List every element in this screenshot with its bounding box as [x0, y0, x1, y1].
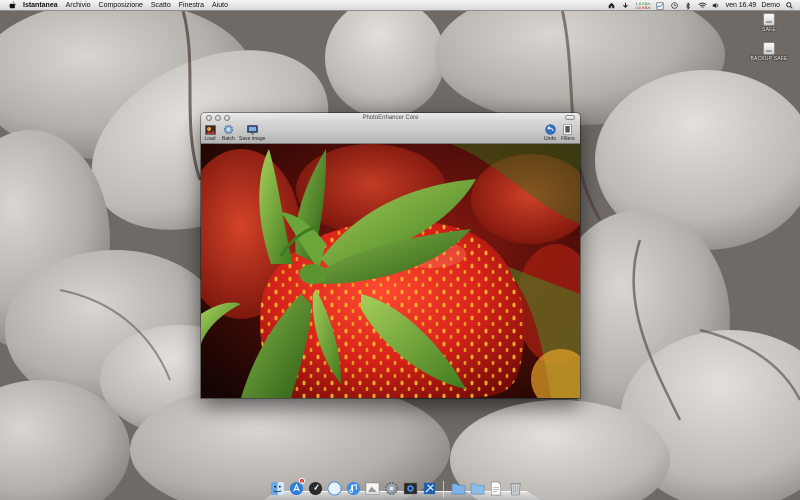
- dock: 5: [263, 471, 541, 500]
- undo-label: Undo: [544, 136, 556, 142]
- wifi-icon[interactable]: [698, 1, 707, 10]
- dock-applications-folder[interactable]: [450, 480, 466, 497]
- documents-folder-icon: [470, 483, 484, 495]
- apple-icon[interactable]: [8, 1, 16, 9]
- dock-xcode[interactable]: [421, 480, 437, 497]
- preview-icon: [365, 482, 379, 495]
- menu-clock[interactable]: ven 16.49: [726, 2, 757, 9]
- trash-icon: [509, 482, 521, 496]
- text-file-icon: [491, 481, 501, 496]
- toolbar-toggle-button[interactable]: [565, 115, 575, 120]
- filters-icon: [562, 124, 574, 135]
- download-arrow-icon[interactable]: [621, 1, 630, 10]
- dock-mail[interactable]: 5: [288, 478, 305, 497]
- batch-label: Batch: [222, 136, 235, 142]
- window-controls: [206, 115, 230, 121]
- menu-scatto[interactable]: Scatto: [151, 0, 171, 11]
- undo-button[interactable]: Undo: [544, 124, 556, 142]
- dock-preview[interactable]: [364, 480, 380, 497]
- drive-label: BACKUP SAFE: [750, 56, 788, 62]
- monitor-save-icon: [246, 124, 258, 135]
- desktop-drive-backup-safe[interactable]: BACKUP SAFE: [747, 42, 791, 62]
- dashboard-icon: [308, 481, 322, 496]
- bluetooth-icon[interactable]: [684, 1, 693, 10]
- desktop-drive-safe[interactable]: SAFE: [747, 13, 791, 33]
- menu-aiuto[interactable]: Aiuto: [212, 0, 228, 11]
- photo-canvas[interactable]: [201, 144, 580, 398]
- home-icon[interactable]: [607, 1, 616, 10]
- network-download-speed: 0,6 KB/s: [635, 4, 651, 10]
- itunes-icon: [346, 481, 360, 496]
- dock-separator: [443, 481, 444, 497]
- filters-label: Filters: [561, 136, 575, 142]
- applications-folder-icon: [451, 483, 465, 495]
- strawberry-photo: [201, 144, 580, 398]
- hard-drive-icon: [763, 42, 775, 55]
- save-image-button[interactable]: Save image: [239, 124, 265, 142]
- dock-text-file[interactable]: [488, 480, 504, 497]
- dock-documents-folder[interactable]: [469, 480, 485, 497]
- load-label: Load: [204, 136, 216, 142]
- hard-drive-icon: [763, 13, 775, 26]
- window-toolbar: Load Batch Save image Undo Filters: [201, 123, 580, 144]
- menu-archivio[interactable]: Archivio: [66, 0, 91, 11]
- xcode-icon: [423, 482, 435, 495]
- undo-icon: [544, 124, 556, 135]
- menu-extras: 1,8 KB/s 0,6 KB/s ven 16.49 Demo: [607, 0, 794, 11]
- dock-finder[interactable]: [269, 480, 285, 497]
- network-speed-readout[interactable]: 1,8 KB/s 0,6 KB/s: [635, 1, 651, 10]
- zoom-button[interactable]: [224, 115, 230, 121]
- photoenhancer-icon: [403, 482, 417, 495]
- batch-button[interactable]: Batch: [222, 124, 235, 142]
- safari-icon: [326, 481, 342, 496]
- finder-icon: [270, 481, 284, 496]
- dock-safari[interactable]: [326, 480, 342, 497]
- dock-itunes[interactable]: [345, 480, 361, 497]
- menu-finestra[interactable]: Finestra: [179, 0, 204, 11]
- close-button[interactable]: [206, 115, 212, 121]
- minimize-button[interactable]: [215, 115, 221, 121]
- system-preferences-icon: [384, 482, 398, 495]
- menu-composizione[interactable]: Composizione: [99, 0, 143, 11]
- photo-load-icon: [204, 124, 216, 135]
- clock-icon[interactable]: [670, 1, 679, 10]
- volume-icon[interactable]: [712, 1, 721, 10]
- window-title: PhotoEnhancer Core: [362, 115, 419, 121]
- spotlight-search-icon[interactable]: [785, 1, 794, 10]
- photoenhancer-window: PhotoEnhancer Core Load Batch Save image: [201, 113, 580, 398]
- dock-photoenhancer[interactable]: [402, 480, 418, 497]
- dock-system-preferences[interactable]: [383, 480, 399, 497]
- cpu-monitor-icon[interactable]: [656, 1, 665, 10]
- mail-badge: 5: [299, 478, 305, 484]
- dock-trash[interactable]: [507, 480, 523, 497]
- save-image-label: Save image: [239, 136, 266, 142]
- filters-button[interactable]: Filters: [561, 124, 575, 142]
- menu-app-istantanea[interactable]: Istantanea: [23, 0, 58, 11]
- dock-dashboard[interactable]: [307, 480, 323, 497]
- gear-icon: [222, 124, 234, 135]
- drive-label: SAFE: [762, 27, 776, 33]
- menu-user-name[interactable]: Demo: [761, 2, 780, 9]
- window-titlebar[interactable]: PhotoEnhancer Core: [201, 113, 580, 123]
- menu-bar: Istantanea Archivio Composizione Scatto …: [0, 0, 800, 11]
- load-button[interactable]: Load: [204, 124, 216, 142]
- dock-items: 5: [269, 478, 523, 497]
